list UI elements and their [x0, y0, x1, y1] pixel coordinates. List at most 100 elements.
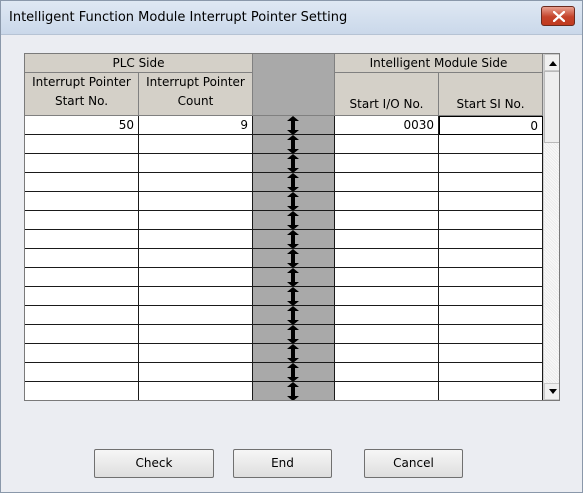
- cancel-button[interactable]: Cancel: [364, 449, 463, 478]
- cell-start-io[interactable]: [335, 306, 439, 325]
- table-row: [25, 154, 543, 173]
- cell-count[interactable]: [139, 287, 253, 306]
- cell-separator: [253, 192, 335, 211]
- cell-count[interactable]: [139, 363, 253, 382]
- cell-start-si[interactable]: [439, 268, 543, 287]
- cell-start-io[interactable]: [335, 154, 439, 173]
- cell-count[interactable]: [139, 230, 253, 249]
- cell-start-io[interactable]: [335, 135, 439, 154]
- cell-start-io[interactable]: [335, 363, 439, 382]
- table-row: [25, 344, 543, 363]
- cell-count[interactable]: [139, 135, 253, 154]
- cell-start-io[interactable]: [335, 344, 439, 363]
- cell-start-io[interactable]: [335, 287, 439, 306]
- cell-start-no[interactable]: [25, 382, 139, 400]
- cell-start-no[interactable]: [25, 135, 139, 154]
- cell-start-si[interactable]: [439, 230, 543, 249]
- cell-start-no[interactable]: [25, 344, 139, 363]
- cell-count[interactable]: [139, 249, 253, 268]
- cell-start-si[interactable]: [439, 306, 543, 325]
- cell-start-si[interactable]: [439, 287, 543, 306]
- cell-separator: [253, 135, 335, 154]
- cell-start-si[interactable]: [439, 382, 543, 400]
- cell-start-no[interactable]: 50: [25, 116, 139, 135]
- column-header-start-no-line1: Interrupt Pointer: [32, 75, 131, 89]
- close-button[interactable]: [541, 6, 575, 26]
- cell-start-no[interactable]: [25, 287, 139, 306]
- double-arrow-icon: [287, 268, 299, 286]
- cell-start-no[interactable]: [25, 363, 139, 382]
- cell-start-no[interactable]: [25, 192, 139, 211]
- double-arrow-icon: [287, 306, 299, 324]
- cell-start-no[interactable]: [25, 306, 139, 325]
- double-arrow-icon: [287, 173, 299, 191]
- scroll-up-button[interactable]: [544, 54, 559, 71]
- scroll-down-button[interactable]: [544, 383, 559, 400]
- double-arrow-icon: [287, 211, 299, 229]
- cell-count[interactable]: [139, 344, 253, 363]
- arrow-up-icon: [549, 61, 557, 66]
- cell-start-no[interactable]: [25, 173, 139, 192]
- cell-start-no[interactable]: [25, 230, 139, 249]
- cell-start-si[interactable]: [439, 211, 543, 230]
- cell-separator: [253, 173, 335, 192]
- cell-start-si[interactable]: [439, 192, 543, 211]
- cell-start-no[interactable]: [25, 249, 139, 268]
- check-button[interactable]: Check: [94, 449, 214, 478]
- cell-count[interactable]: [139, 306, 253, 325]
- cell-start-si[interactable]: [439, 325, 543, 344]
- cell-start-io[interactable]: [335, 325, 439, 344]
- cell-count[interactable]: [139, 192, 253, 211]
- column-header-count[interactable]: Interrupt Pointer Count: [139, 73, 253, 116]
- cell-start-si[interactable]: [439, 249, 543, 268]
- cell-count[interactable]: [139, 382, 253, 400]
- cell-count[interactable]: [139, 268, 253, 287]
- cell-count[interactable]: [139, 211, 253, 230]
- cell-start-no[interactable]: [25, 268, 139, 287]
- cell-start-io[interactable]: [335, 230, 439, 249]
- vertical-scrollbar[interactable]: [543, 54, 559, 400]
- column-header-start-no[interactable]: Interrupt Pointer Start No.: [25, 73, 139, 116]
- cell-start-io[interactable]: [335, 211, 439, 230]
- cell-start-io[interactable]: 0030: [335, 116, 439, 135]
- scroll-thumb[interactable]: [544, 71, 559, 143]
- double-arrow-icon: [287, 135, 299, 153]
- cell-separator: [253, 363, 335, 382]
- column-header-count-line2: Count: [177, 94, 214, 108]
- double-arrow-icon: [287, 249, 299, 267]
- cell-start-si[interactable]: 0: [439, 116, 543, 135]
- cell-separator: [253, 325, 335, 344]
- cell-start-no[interactable]: [25, 154, 139, 173]
- end-button[interactable]: End: [233, 449, 332, 478]
- cell-count[interactable]: 9: [139, 116, 253, 135]
- cell-start-si[interactable]: [439, 173, 543, 192]
- cell-start-io[interactable]: [335, 268, 439, 287]
- cell-start-si[interactable]: [439, 154, 543, 173]
- cell-start-io[interactable]: [335, 192, 439, 211]
- cell-start-io[interactable]: [335, 249, 439, 268]
- cell-start-io[interactable]: [335, 382, 439, 400]
- cell-start-si[interactable]: [439, 135, 543, 154]
- cell-separator: [253, 211, 335, 230]
- cell-separator: [253, 230, 335, 249]
- cell-count[interactable]: [139, 154, 253, 173]
- cell-start-si[interactable]: [439, 344, 543, 363]
- table-row: [25, 325, 543, 344]
- table-row: [25, 306, 543, 325]
- cell-count[interactable]: [139, 173, 253, 192]
- interrupt-pointer-dialog: Intelligent Function Module Interrupt Po…: [0, 0, 583, 493]
- header-separator: [253, 54, 335, 116]
- double-arrow-icon: [287, 154, 299, 172]
- cell-start-no[interactable]: [25, 211, 139, 230]
- cell-count[interactable]: [139, 325, 253, 344]
- cell-start-si[interactable]: [439, 363, 543, 382]
- cell-separator: [253, 249, 335, 268]
- column-header-start-io[interactable]: Start I/O No.: [335, 73, 439, 116]
- cell-separator: [253, 287, 335, 306]
- double-arrow-icon: [287, 382, 299, 400]
- cell-start-no[interactable]: [25, 325, 139, 344]
- column-header-start-si[interactable]: Start SI No.: [439, 73, 543, 116]
- double-arrow-icon: [287, 287, 299, 305]
- cell-start-io[interactable]: [335, 173, 439, 192]
- cell-separator: [253, 382, 335, 400]
